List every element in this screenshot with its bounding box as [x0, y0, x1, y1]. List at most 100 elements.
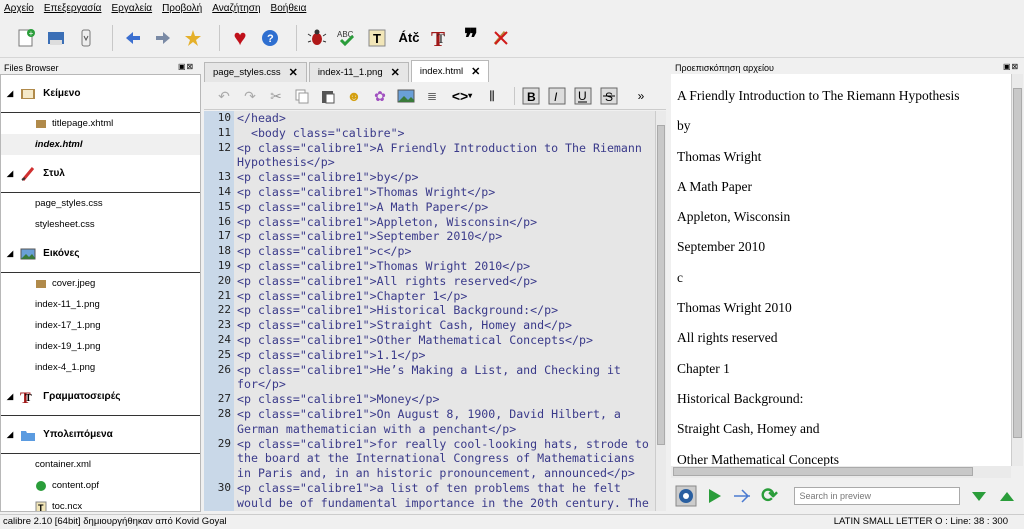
section-label: Στυλ: [43, 168, 65, 179]
copy-icon[interactable]: [292, 86, 312, 106]
smart-quotes-icon[interactable]: ❞: [459, 25, 483, 51]
file-item[interactable]: index-19_1.png: [1, 336, 200, 357]
files-section[interactable]: ◢ Κείμενο: [1, 75, 200, 113]
preview-dock-buttons[interactable]: ▣⊠: [1003, 62, 1019, 71]
file-item[interactable]: index.html: [1, 134, 200, 155]
preview-paragraph: Other Mathematical Concepts: [677, 451, 839, 466]
file-item[interactable]: index-17_1.png: [1, 315, 200, 336]
file-item[interactable]: cover.jpeg: [1, 273, 200, 294]
search-next-down-icon[interactable]: [968, 484, 990, 508]
menu-item[interactable]: Επεξεργασία: [44, 3, 102, 14]
close-tab-icon[interactable]: ✕: [289, 66, 298, 79]
file-name: index.html: [35, 139, 83, 150]
text-icon[interactable]: T: [365, 26, 389, 50]
expand-triangle-icon[interactable]: ◢: [7, 169, 13, 178]
line-number: 23: [204, 318, 234, 333]
menu-item[interactable]: Προβολή: [162, 3, 202, 14]
preview-paragraph: A Math Paper: [677, 178, 752, 194]
files-section[interactable]: ◢ T T Γραμματοσειρές: [1, 378, 200, 416]
expand-triangle-icon[interactable]: ◢: [7, 249, 13, 258]
spell-check-icon[interactable]: ABC: [335, 26, 359, 50]
insert-image-icon[interactable]: [396, 86, 416, 106]
bold-icon[interactable]: B: [521, 86, 541, 106]
menu-item[interactable]: Αρχείο: [4, 3, 34, 14]
files-section[interactable]: ◢ Εικόνες: [1, 235, 200, 273]
svg-text:U: U: [578, 89, 587, 103]
preview-scroll-thumb[interactable]: [1013, 88, 1022, 438]
files-dock-buttons[interactable]: ▣⊠: [178, 62, 194, 71]
insert-tag-icon[interactable]: <> ▾: [448, 86, 476, 106]
split-icon[interactable]: ⫼: [482, 86, 502, 106]
paste-icon[interactable]: [318, 86, 338, 106]
refresh-icon[interactable]: ⟳: [759, 484, 781, 508]
donate-heart-icon[interactable]: ♥: [228, 26, 252, 50]
editor-tab[interactable]: index.html ✕: [410, 60, 490, 82]
fonts-icon[interactable]: TT: [429, 26, 453, 50]
new-book-icon[interactable]: +: [14, 26, 38, 50]
file-item[interactable]: container.xml: [1, 454, 200, 475]
auto-reload-icon[interactable]: [675, 484, 697, 508]
files-browser-title: Files Browser: [4, 63, 59, 73]
checkpoint-icon[interactable]: [74, 26, 98, 50]
back-icon[interactable]: [121, 26, 145, 50]
help-icon[interactable]: ?: [258, 26, 282, 50]
line-number: 11: [204, 125, 234, 141]
save-icon[interactable]: [44, 26, 68, 50]
insert-special-char-icon[interactable]: ✿: [370, 86, 390, 106]
close-tab-icon[interactable]: ✕: [391, 66, 400, 79]
preview-toolbar: ⟳ Search in preview: [671, 482, 1024, 510]
files-section[interactable]: ◢ Στυλ: [1, 155, 200, 193]
files-section[interactable]: ◢ Υπολειπόμενα: [1, 416, 200, 454]
section-icon: [19, 166, 37, 182]
transliterate-icon[interactable]: Átč: [395, 26, 423, 50]
file-item[interactable]: page_styles.css: [1, 193, 200, 214]
smarten-icon[interactable]: ☻: [344, 86, 364, 106]
file-item[interactable]: index-4_1.png: [1, 357, 200, 378]
expand-triangle-icon[interactable]: ◢: [7, 430, 13, 439]
italic-icon[interactable]: I: [547, 86, 567, 106]
undo-icon[interactable]: ↶: [214, 86, 234, 106]
create-checkpoint-icon[interactable]: [181, 26, 205, 50]
split-view-icon[interactable]: [731, 484, 753, 508]
preview-search-input[interactable]: Search in preview: [794, 487, 961, 505]
file-name: toc.ncx: [52, 501, 83, 512]
menu-item[interactable]: Βοήθεια: [271, 3, 307, 14]
code-text: <p class="calibre1">All rights reserved<…: [237, 273, 538, 288]
underline-icon[interactable]: U: [573, 86, 593, 106]
code-line: 12 <p class="calibre1">A Friendly Introdu…: [204, 140, 655, 171]
search-prev-up-icon[interactable]: [996, 484, 1018, 508]
preview-hscrollbar[interactable]: [671, 466, 1011, 478]
expand-triangle-icon[interactable]: ◢: [7, 89, 13, 98]
expand-triangle-icon[interactable]: ◢: [7, 392, 13, 401]
menu-item[interactable]: Αναζήτηση: [212, 3, 260, 14]
editor-scroll-thumb[interactable]: [657, 125, 665, 445]
forward-icon[interactable]: [151, 26, 175, 50]
code-editor[interactable]: 10 </head> 11 <body class="calibre"> 12 <p c…: [204, 111, 655, 511]
section-icon: [19, 86, 37, 102]
cut-icon[interactable]: ✂: [266, 86, 286, 106]
section-label: Εικόνες: [43, 248, 80, 259]
preview-scrollbar[interactable]: [1011, 74, 1023, 466]
preview-paragraph: A Friendly Introduction to The Riemann H…: [677, 88, 960, 103]
file-item[interactable]: index-11_1.png: [1, 294, 200, 315]
menu-item[interactable]: Εργαλεία: [111, 3, 152, 14]
insert-link-icon[interactable]: ≣: [422, 86, 442, 106]
file-item[interactable]: content.opf: [1, 475, 200, 496]
close-tab-icon[interactable]: ✕: [471, 65, 480, 78]
editor-scrollbar[interactable]: [655, 111, 666, 511]
file-item[interactable]: stylesheet.css: [1, 214, 200, 235]
editor-tab[interactable]: page_styles.css ✕: [204, 62, 307, 82]
more-tools-chevron-icon[interactable]: »: [631, 86, 651, 106]
file-icon: [35, 278, 47, 290]
play-icon[interactable]: [703, 484, 725, 508]
separator: [112, 24, 113, 51]
check-book-icon[interactable]: [305, 26, 329, 50]
file-item[interactable]: titlepage.xhtml: [1, 113, 200, 134]
file-name: cover.jpeg: [52, 278, 96, 289]
strikethrough-icon[interactable]: S: [599, 86, 619, 106]
editor-tab[interactable]: index-11_1.png ✕: [308, 62, 409, 82]
file-item[interactable]: Ttoc.ncx: [1, 496, 200, 512]
remove-unused-css-icon[interactable]: [489, 26, 513, 50]
redo-icon[interactable]: ↷: [240, 86, 260, 106]
preview-hscroll-thumb[interactable]: [673, 467, 973, 476]
